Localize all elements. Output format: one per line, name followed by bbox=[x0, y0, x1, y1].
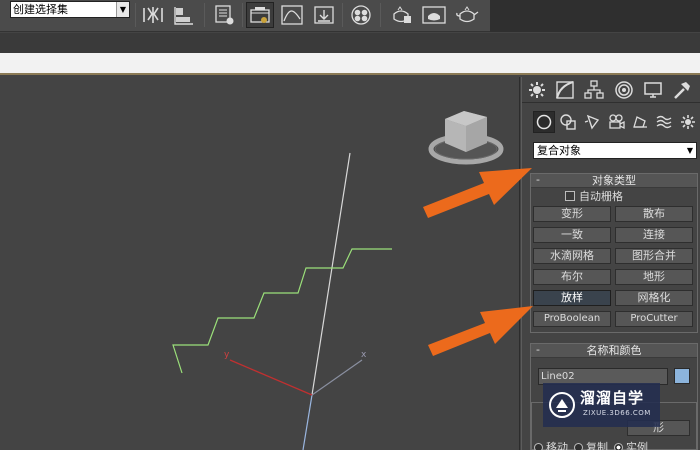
modify-tab-icon[interactable] bbox=[554, 79, 576, 101]
morph-button[interactable]: 变形 bbox=[533, 206, 611, 222]
lights-category-icon[interactable] bbox=[581, 111, 603, 133]
site-watermark: 溜溜自学 ZIXUE.3D66.COM bbox=[543, 383, 660, 427]
copy-radio-label: 复制 bbox=[586, 441, 608, 450]
curve-editor-icon[interactable] bbox=[278, 2, 306, 28]
toolbar-separator bbox=[380, 3, 381, 27]
rendered-frame-icon[interactable] bbox=[419, 2, 449, 28]
chevron-down-icon[interactable]: ▼ bbox=[116, 2, 129, 17]
mirror-icon[interactable] bbox=[140, 2, 166, 28]
toolbar-strip bbox=[0, 33, 700, 53]
motion-tab-icon[interactable] bbox=[613, 79, 635, 101]
object-category-dropdown[interactable]: 复合对象 ▼ bbox=[533, 142, 697, 159]
conform-button[interactable]: 一致 bbox=[533, 227, 611, 243]
radio-selected-icon[interactable] bbox=[614, 442, 623, 450]
staircase-line-shape[interactable] bbox=[172, 248, 392, 374]
space-warps-category-icon[interactable] bbox=[653, 111, 675, 133]
radio-icon[interactable] bbox=[534, 442, 543, 450]
selection-set-label: 创建选择集 bbox=[13, 3, 68, 16]
y-axis-line bbox=[229, 359, 313, 396]
scatter-button[interactable]: 散布 bbox=[615, 206, 693, 222]
shapes-category-icon[interactable] bbox=[557, 111, 579, 133]
app-window: 创建选择集 ▼ x y 复合对象 ▼ - 对象类型 自动栅格 变形 散布 一致 … bbox=[0, 0, 700, 450]
object-type-title: 对象类型 bbox=[592, 174, 636, 187]
perspective-viewport[interactable]: x y bbox=[0, 77, 520, 450]
named-selection-set-dropdown[interactable]: 创建选择集 ▼ bbox=[10, 1, 130, 18]
boolean-button[interactable]: 布尔 bbox=[533, 269, 611, 285]
cameras-category-icon[interactable] bbox=[605, 111, 627, 133]
toolbar-separator bbox=[204, 3, 205, 27]
schematic-view-icon[interactable] bbox=[310, 2, 338, 28]
viewcube-icon[interactable] bbox=[428, 111, 504, 165]
mesher-button[interactable]: 网格化 bbox=[615, 290, 693, 306]
helpers-category-icon[interactable] bbox=[629, 111, 651, 133]
procutter-button[interactable]: ProCutter bbox=[615, 311, 693, 327]
align-icon[interactable] bbox=[171, 2, 197, 28]
name-and-color-title: 名称和颜色 bbox=[586, 344, 642, 357]
autogrid-checkbox[interactable]: 自动栅格 bbox=[565, 189, 623, 203]
object-type-rollout-header[interactable]: - 对象类型 bbox=[531, 173, 697, 188]
object-color-swatch[interactable] bbox=[674, 368, 690, 384]
toolbar-separator bbox=[135, 3, 136, 27]
blobmesh-button[interactable]: 水滴网格 bbox=[533, 248, 611, 264]
create-tab-icon[interactable] bbox=[526, 79, 548, 101]
connect-button[interactable]: 连接 bbox=[615, 227, 693, 243]
x-axis-line bbox=[311, 359, 363, 396]
watermark-logo-icon bbox=[549, 392, 575, 418]
terrain-button[interactable]: 地形 bbox=[615, 269, 693, 285]
toolbar-dark-region bbox=[490, 0, 700, 32]
category-dropdown-value: 复合对象 bbox=[537, 144, 581, 157]
checkbox-icon[interactable] bbox=[565, 191, 575, 201]
layer-manager-icon[interactable] bbox=[210, 2, 238, 28]
loft-button[interactable]: 放样 bbox=[533, 290, 611, 306]
display-tab-icon[interactable] bbox=[642, 79, 664, 101]
name-and-color-rollout-header[interactable]: - 名称和颜色 bbox=[531, 343, 697, 358]
utilities-tab-icon[interactable] bbox=[671, 79, 693, 101]
move-radio-label: 移动 bbox=[546, 441, 568, 450]
radio-icon[interactable] bbox=[574, 442, 583, 450]
ribbon-bar bbox=[0, 53, 700, 75]
axis-y-label: y bbox=[224, 350, 230, 360]
world-axis-lower bbox=[302, 394, 313, 450]
autogrid-label: 自动栅格 bbox=[579, 190, 623, 203]
watermark-subtitle: ZIXUE.3D66.COM bbox=[583, 409, 651, 417]
toolbar-separator bbox=[342, 3, 343, 27]
main-toolbar: 创建选择集 ▼ bbox=[0, 0, 700, 32]
object-type-rollout: - 对象类型 自动栅格 变形 散布 一致 连接 水滴网格 图形合并 布尔 地形 … bbox=[530, 173, 698, 333]
chevron-down-icon[interactable]: ▼ bbox=[687, 143, 693, 158]
object-category-row bbox=[522, 107, 700, 137]
command-panel-tabs bbox=[522, 77, 700, 103]
scene-explorer-icon[interactable] bbox=[246, 2, 274, 28]
render-setup-icon[interactable] bbox=[386, 2, 416, 28]
proboolean-button[interactable]: ProBoolean bbox=[533, 311, 611, 327]
shapemerge-button[interactable]: 图形合并 bbox=[615, 248, 693, 264]
axis-x-label: x bbox=[361, 350, 367, 360]
copy-radio[interactable]: 复制 bbox=[574, 439, 608, 450]
world-axis-vertical bbox=[311, 152, 351, 396]
instance-radio[interactable]: 实例 bbox=[614, 439, 648, 450]
render-teapot-icon[interactable] bbox=[452, 2, 482, 28]
geometry-category-icon[interactable] bbox=[533, 111, 555, 133]
hierarchy-tab-icon[interactable] bbox=[583, 79, 605, 101]
material-editor-icon[interactable] bbox=[347, 2, 375, 28]
watermark-title: 溜溜自学 bbox=[580, 389, 645, 407]
move-radio[interactable]: 移动 bbox=[534, 439, 568, 450]
toolbar-separator bbox=[242, 3, 243, 27]
systems-category-icon[interactable] bbox=[677, 111, 699, 133]
instance-radio-label: 实例 bbox=[626, 441, 648, 450]
copy-mode-radio-group: 移动 复制 实例 bbox=[534, 439, 648, 450]
